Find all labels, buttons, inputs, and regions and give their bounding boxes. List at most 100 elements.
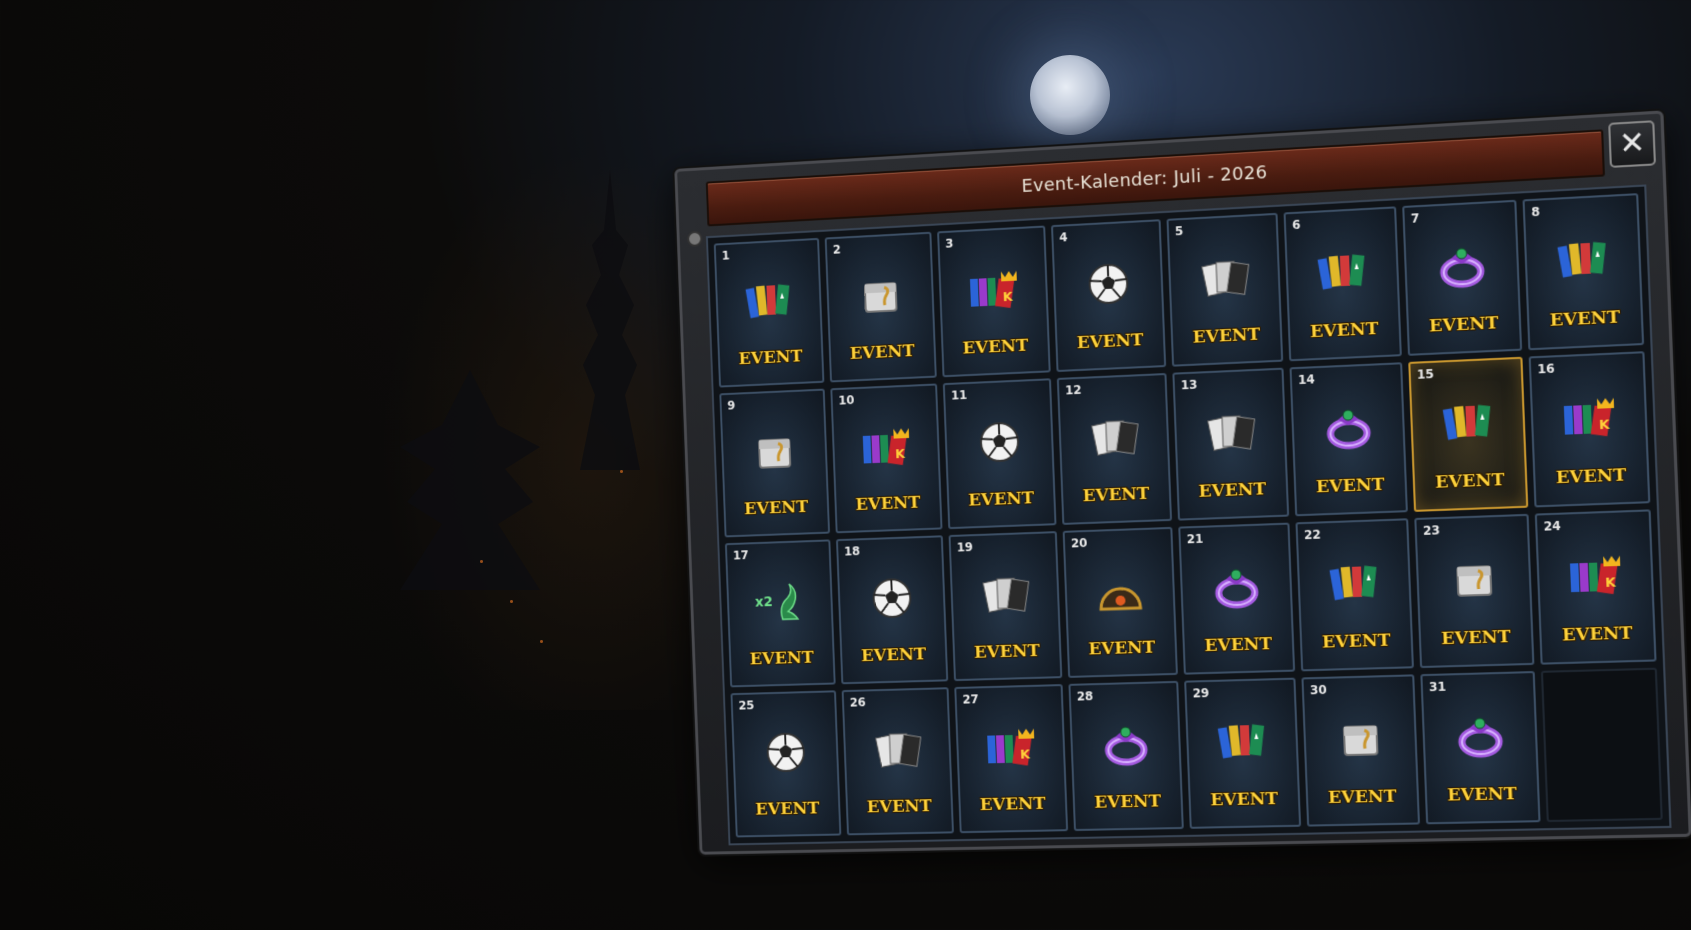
- calendar-day-8[interactable]: 8 EVENT: [1522, 193, 1644, 350]
- event-label: EVENT: [1409, 312, 1520, 338]
- calendar-day-27[interactable]: 27 K EVENT: [954, 684, 1068, 833]
- tickets-icon: [1553, 236, 1613, 284]
- calendar-day-21[interactable]: 21 EVENT: [1178, 523, 1295, 675]
- calendar-day-9[interactable]: 9 EVENT: [719, 389, 830, 538]
- cards-icon: [869, 727, 925, 772]
- calendar-day-28[interactable]: 28 EVENT: [1068, 681, 1183, 831]
- cards-icon: [1195, 254, 1253, 301]
- day-number: 26: [850, 695, 867, 709]
- calendar-day-15[interactable]: 15 EVENT: [1408, 357, 1528, 512]
- calendar-day-23[interactable]: 23 EVENT: [1414, 514, 1534, 668]
- event-label: EVENT: [836, 492, 940, 516]
- event-label: EVENT: [842, 644, 946, 667]
- football-icon: [758, 730, 813, 774]
- ring-icon: [1432, 242, 1491, 290]
- king-tickets-icon: K: [858, 424, 913, 470]
- day-number: 8: [1531, 205, 1540, 220]
- calendar-day-17[interactable]: 17 x2 EVENT: [725, 539, 836, 687]
- svg-text:K: K: [894, 447, 905, 462]
- day-number: 2: [833, 243, 842, 257]
- calendar-day-6[interactable]: 6 EVENT: [1284, 206, 1402, 361]
- day-number: 10: [838, 393, 854, 407]
- chest-icon: [1444, 556, 1503, 603]
- event-label: EVENT: [1057, 329, 1163, 354]
- calendar-day-4[interactable]: 4 EVENT: [1051, 219, 1166, 372]
- calendar-day-5[interactable]: 5 EVENT: [1166, 213, 1283, 367]
- event-label: EVENT: [731, 647, 833, 670]
- calendar-day-10[interactable]: 10 K EVENT: [830, 383, 942, 533]
- day-number: 3: [945, 236, 954, 250]
- day-number: 22: [1304, 527, 1321, 542]
- day-number: 18: [844, 544, 861, 558]
- event-label: EVENT: [831, 340, 935, 365]
- ring-icon: [1319, 404, 1378, 451]
- cards-icon: [1085, 414, 1142, 460]
- event-label: EVENT: [1075, 791, 1182, 813]
- event-label: EVENT: [1173, 323, 1281, 348]
- event-label: EVENT: [725, 496, 827, 519]
- empty-slot: [1541, 668, 1663, 822]
- event-label: EVENT: [1302, 630, 1411, 653]
- ring-icon: [1097, 722, 1154, 767]
- day-number: 6: [1292, 218, 1301, 233]
- calendar-day-18[interactable]: 18 EVENT: [836, 535, 948, 684]
- event-label: EVENT: [949, 487, 1054, 511]
- svg-text:K: K: [1604, 575, 1616, 591]
- close-icon: ✕: [1618, 128, 1646, 160]
- tickets-icon: [1438, 399, 1497, 446]
- day-number: 14: [1298, 372, 1315, 387]
- event-label: EVENT: [1184, 633, 1292, 656]
- event-label: EVENT: [1427, 783, 1538, 806]
- day-number: 27: [962, 692, 979, 706]
- calendar-day-25[interactable]: 25 EVENT: [730, 690, 841, 837]
- event-label: EVENT: [960, 793, 1065, 815]
- calendar-day-29[interactable]: 29 EVENT: [1184, 678, 1301, 829]
- calendar-grid: 1 EVENT 2 EVENT 3 K EVENT 4 EVENT 5 EVENT 6 EVENT 7 EV…: [706, 184, 1672, 845]
- moon: [1030, 55, 1110, 135]
- calendar-day-2[interactable]: 2 EVENT: [825, 232, 937, 383]
- football-icon: [864, 576, 919, 621]
- day-number: 11: [951, 388, 968, 403]
- svg-text:K: K: [1598, 417, 1610, 433]
- tickets-icon: [741, 278, 796, 324]
- day-number: 17: [733, 548, 749, 562]
- chest-icon: [852, 273, 907, 319]
- day-number: 25: [738, 698, 754, 712]
- multiplier-badge: x2: [755, 594, 773, 610]
- event-label: EVENT: [1069, 637, 1176, 660]
- ring-icon: [1450, 713, 1509, 759]
- day-number: 20: [1071, 536, 1088, 551]
- calendar-day-7[interactable]: 7 EVENT: [1402, 200, 1522, 356]
- close-button[interactable]: ✕: [1608, 120, 1656, 168]
- calendar-day-31[interactable]: 31 EVENT: [1420, 671, 1540, 824]
- king-tickets-icon: K: [1559, 393, 1619, 440]
- king-tickets-icon: K: [1565, 551, 1625, 598]
- calendar-day-24[interactable]: 24 K EVENT: [1535, 509, 1657, 664]
- event-label: EVENT: [1296, 474, 1405, 498]
- day-number: 30: [1310, 683, 1327, 698]
- calendar-day-19[interactable]: 19 EVENT: [949, 531, 1063, 681]
- day-number: 12: [1065, 383, 1082, 398]
- event-label: EVENT: [1308, 786, 1418, 808]
- svg-text:K: K: [1002, 290, 1013, 306]
- calendar-day-30[interactable]: 30 EVENT: [1301, 674, 1420, 826]
- calendar-day-26[interactable]: 26 EVENT: [842, 687, 954, 835]
- calendar-day-1[interactable]: 1 EVENT: [714, 238, 825, 388]
- day-number: 28: [1077, 689, 1094, 703]
- football-icon: [1080, 261, 1137, 308]
- calendar-day-16[interactable]: 16 K EVENT: [1529, 351, 1651, 507]
- calendar-day-13[interactable]: 13 EVENT: [1172, 368, 1289, 521]
- ring-icon: [1207, 564, 1265, 610]
- calendar-day-11[interactable]: 11 EVENT: [943, 378, 1057, 529]
- king-tickets-icon: K: [982, 724, 1038, 769]
- calendar-day-22[interactable]: 22 EVENT: [1295, 518, 1414, 671]
- calendar-day-12[interactable]: 12 EVENT: [1057, 373, 1172, 525]
- event-label: EVENT: [1190, 788, 1298, 810]
- window-title: Event-Kalender: Juli - 2026: [1021, 162, 1268, 197]
- calendar-day-14[interactable]: 14 EVENT: [1289, 362, 1407, 516]
- chest-icon: [747, 429, 802, 474]
- calendar-day-20[interactable]: 20 EVENT: [1063, 527, 1178, 678]
- calendar-day-3[interactable]: 3 K EVENT: [937, 226, 1051, 378]
- tickets-icon: [1325, 560, 1384, 606]
- event-label: EVENT: [1179, 478, 1287, 502]
